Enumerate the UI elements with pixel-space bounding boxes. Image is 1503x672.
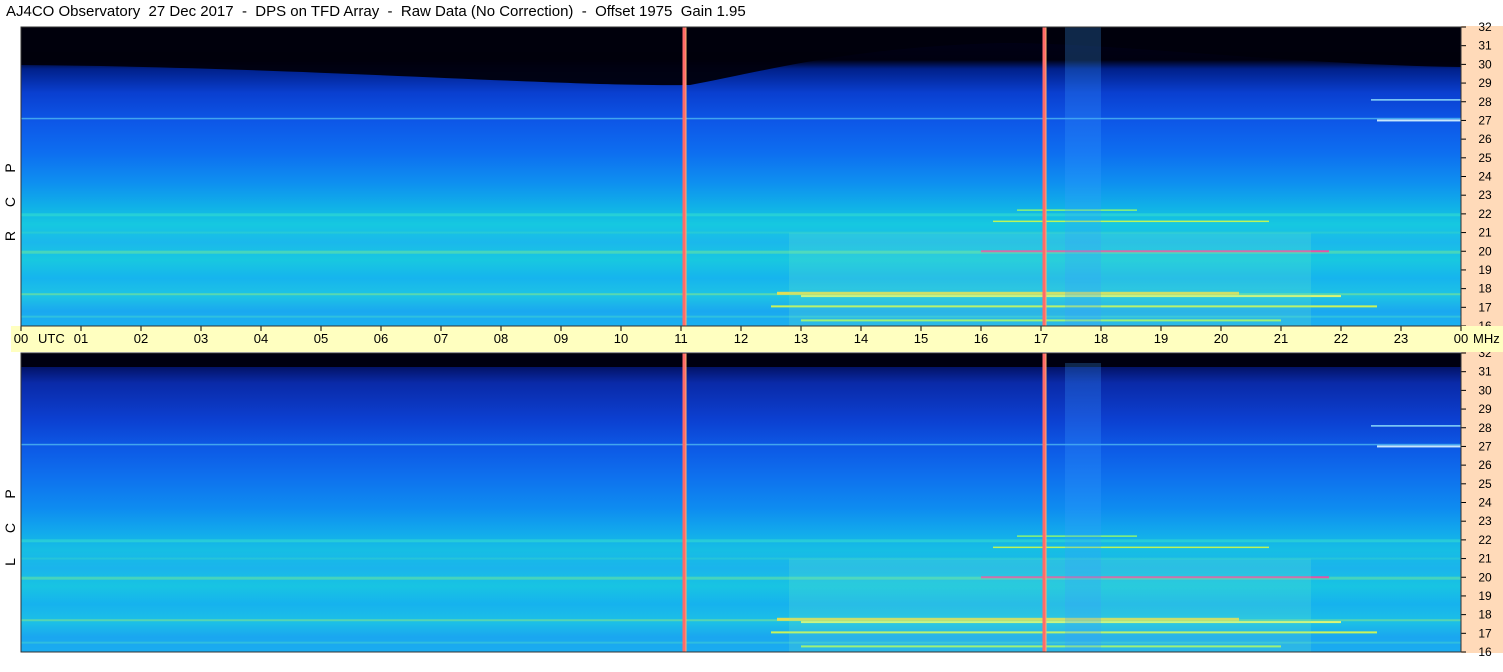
mhz-unit-label: MHz bbox=[1473, 331, 1500, 346]
rcp-letter-c: C bbox=[2, 196, 18, 208]
frequency-tick-label: 31 bbox=[1478, 39, 1492, 53]
lcp-letter-c: C bbox=[2, 522, 18, 534]
frequency-tick-label: 17 bbox=[1478, 626, 1492, 640]
signal-trace bbox=[1371, 425, 1461, 427]
storm-column bbox=[1065, 27, 1101, 326]
frequency-tick-label: 31 bbox=[1478, 365, 1492, 379]
utc-tick-label: 03 bbox=[194, 331, 208, 346]
rcp-panel-label: P C R bbox=[0, 26, 20, 326]
frequency-tick-label: 24 bbox=[1478, 170, 1492, 184]
utc-tick-label: 06 bbox=[374, 331, 388, 346]
utc-tick-label: 15 bbox=[914, 331, 928, 346]
frequency-tick-label: 30 bbox=[1478, 383, 1492, 397]
rcp-letter-p: R bbox=[2, 230, 18, 242]
signal-trace bbox=[1371, 99, 1461, 101]
frequency-tick-label: 24 bbox=[1478, 496, 1492, 510]
frequency-tick-label: 22 bbox=[1478, 207, 1492, 221]
storm-column bbox=[1065, 363, 1101, 652]
utc-tick-label: 08 bbox=[494, 331, 508, 346]
frequency-tick-label: 23 bbox=[1478, 514, 1492, 528]
utc-tick-label: 19 bbox=[1154, 331, 1168, 346]
band-line bbox=[21, 213, 1461, 217]
frequency-tick-label: 23 bbox=[1478, 188, 1492, 202]
frequency-tick-label: 28 bbox=[1478, 95, 1492, 109]
utc-tick-label: 22 bbox=[1334, 331, 1348, 346]
utc-axis-strip: 00 01 02 03 04 05 06 07 08 09 10 11 12 13 14 15 16 17 18 19… bbox=[11, 326, 1503, 352]
frequency-tick-label: 26 bbox=[1478, 132, 1492, 146]
lcp-panel-label: P C L bbox=[0, 352, 20, 652]
frequency-tick-label: 17 bbox=[1478, 300, 1492, 314]
frequency-tick-label: 32 bbox=[1478, 20, 1492, 34]
lcp-letter-l: L bbox=[2, 558, 18, 566]
frequency-tick-label: 29 bbox=[1478, 76, 1492, 90]
time-marker-line bbox=[1045, 27, 1047, 326]
utc-tick-label: 07 bbox=[434, 331, 448, 346]
frequency-tick-label: 16 bbox=[1478, 645, 1492, 659]
frequency-tick-label: 21 bbox=[1478, 552, 1492, 566]
utc-tick-label: 01 bbox=[74, 331, 88, 346]
daytime-noise bbox=[789, 558, 1311, 652]
signal-trace bbox=[1377, 119, 1461, 122]
signal-trace bbox=[1377, 445, 1461, 448]
utc-tick-label: 17 bbox=[1034, 331, 1048, 346]
utc-tick-label: 05 bbox=[314, 331, 328, 346]
band-line bbox=[21, 117, 1461, 120]
cutoff-region bbox=[21, 353, 1461, 367]
time-marker-line bbox=[682, 353, 686, 652]
utc-tick-label: 13 bbox=[794, 331, 808, 346]
utc-tick-label: 12 bbox=[734, 331, 748, 346]
utc-tick-label: 00 bbox=[1454, 331, 1468, 346]
time-marker-line bbox=[1045, 353, 1047, 652]
chart-title: AJ4CO Observatory 27 Dec 2017 - DPS on T… bbox=[6, 3, 746, 20]
utc-unit-label: UTC bbox=[38, 331, 65, 346]
rcp-letter-r: P bbox=[2, 163, 18, 173]
daytime-noise bbox=[789, 232, 1311, 326]
time-marker-line bbox=[682, 27, 686, 326]
spectrogram-chart: 3231302928272625242322212019181716323130… bbox=[0, 0, 1503, 672]
frequency-tick-label: 21 bbox=[1478, 226, 1492, 240]
frequency-tick-label: 29 bbox=[1478, 402, 1492, 416]
frequency-tick-label: 27 bbox=[1478, 113, 1492, 127]
frequency-tick-label: 22 bbox=[1478, 533, 1492, 547]
frequency-tick-label: 18 bbox=[1478, 608, 1492, 622]
utc-tick-label: 04 bbox=[254, 331, 268, 346]
signal-trace bbox=[993, 220, 1269, 223]
time-marker-line bbox=[685, 353, 687, 652]
band-line bbox=[21, 443, 1461, 446]
utc-tick-label: 10 bbox=[614, 331, 628, 346]
band-line bbox=[21, 539, 1461, 543]
frequency-tick-label: 19 bbox=[1478, 589, 1492, 603]
frequency-tick-label: 18 bbox=[1478, 282, 1492, 296]
lcp-letter-p: P bbox=[2, 489, 18, 499]
utc-tick-label: 21 bbox=[1274, 331, 1288, 346]
frequency-tick-label: 19 bbox=[1478, 263, 1492, 277]
utc-tick-label: 02 bbox=[134, 331, 148, 346]
frequency-tick-label: 25 bbox=[1478, 477, 1492, 491]
frequency-tick-label: 20 bbox=[1478, 570, 1492, 584]
utc-tick-label: 11 bbox=[674, 331, 688, 346]
time-marker-line bbox=[1042, 27, 1046, 326]
utc-tick-label: 16 bbox=[974, 331, 988, 346]
lcp-panel: 3231302928272625242322212019181716 bbox=[21, 346, 1503, 659]
frequency-tick-label: 28 bbox=[1478, 421, 1492, 435]
frequency-tick-label: 26 bbox=[1478, 458, 1492, 472]
utc-tick-label: 09 bbox=[554, 331, 568, 346]
frequency-tick-label: 27 bbox=[1478, 439, 1492, 453]
time-marker-line bbox=[685, 27, 687, 326]
utc-tick-label: 14 bbox=[854, 331, 868, 346]
rcp-panel: 3231302928272625242322212019181716 bbox=[21, 20, 1503, 333]
utc-tick-label: 00 bbox=[14, 331, 28, 346]
frequency-tick-label: 20 bbox=[1478, 244, 1492, 258]
utc-tick-label: 18 bbox=[1094, 331, 1108, 346]
frequency-tick-label: 30 bbox=[1478, 57, 1492, 71]
spectrogram-window: 3231302928272625242322212019181716323130… bbox=[0, 0, 1503, 672]
frequency-tick-label: 25 bbox=[1478, 151, 1492, 165]
time-marker-line bbox=[1042, 353, 1046, 652]
utc-tick-label: 23 bbox=[1394, 331, 1408, 346]
utc-tick-label: 20 bbox=[1214, 331, 1228, 346]
signal-trace bbox=[993, 546, 1269, 549]
